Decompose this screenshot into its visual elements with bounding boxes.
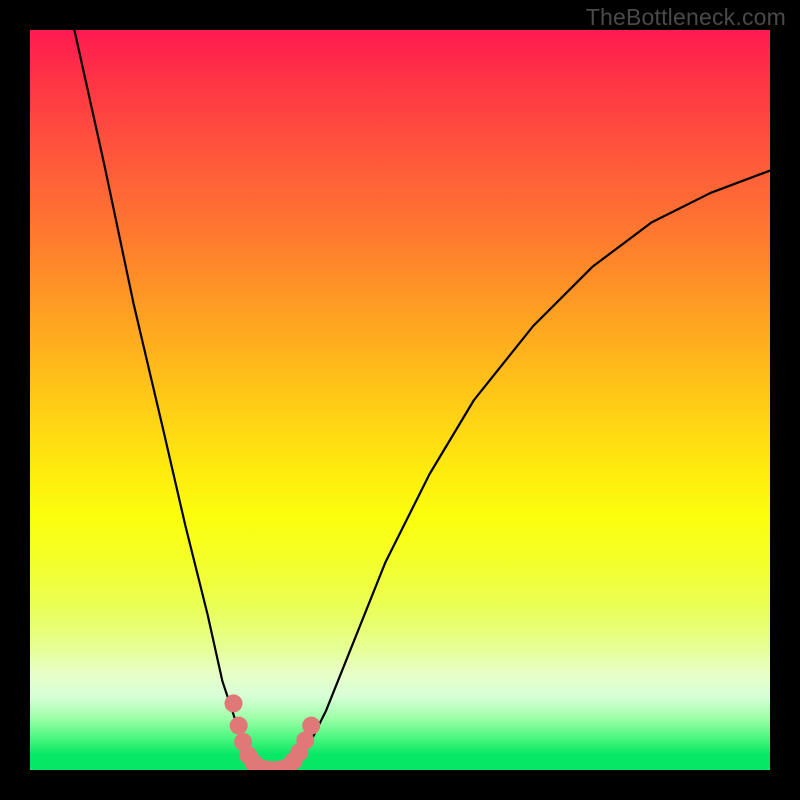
plot-area: [30, 30, 770, 770]
chart-frame: TheBottleneck.com: [0, 0, 800, 800]
gradient-background: [30, 30, 770, 770]
watermark-text: TheBottleneck.com: [586, 4, 786, 31]
